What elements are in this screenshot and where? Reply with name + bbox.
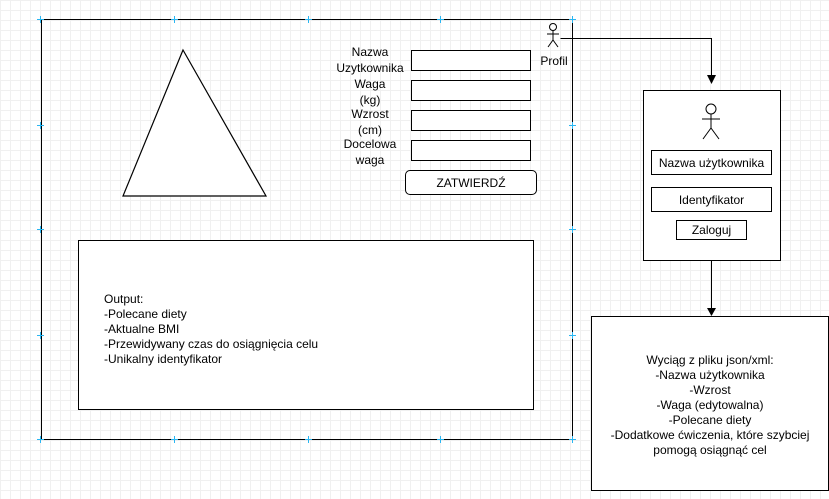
username-field[interactable]	[411, 50, 531, 71]
login-button-label: Zaloguj	[691, 223, 732, 237]
person-icon	[702, 103, 720, 140]
arrow-head-icon	[707, 75, 716, 84]
login-identifier-field[interactable]: Identyfikator	[651, 187, 772, 212]
weight-field[interactable]	[411, 80, 531, 101]
output-line: -Unikalny identyfikator	[104, 352, 223, 366]
person-icon[interactable]	[544, 22, 562, 52]
selection-handle[interactable]	[569, 332, 576, 339]
triangle-shape	[122, 48, 268, 197]
weight-label: Waga (kg)	[354, 77, 386, 107]
target-weight-label: Docelowa waga	[343, 137, 397, 167]
selection-handle[interactable]	[569, 226, 576, 233]
height-label: Wzrost (cm)	[351, 107, 389, 137]
submit-button[interactable]: ZATWIERDŹ	[405, 170, 537, 195]
login-button[interactable]: Zaloguj	[676, 220, 747, 240]
extract-line: -Waga (edytowalna)	[656, 398, 764, 412]
extract-text: Wyciąg z pliku json/xml: -Nazwa użytkown…	[591, 353, 829, 458]
selection-handle[interactable]	[569, 16, 576, 23]
output-line: -Aktualne BMI	[104, 322, 180, 336]
login-username-label: Nazwa użytkownika	[658, 155, 765, 170]
username-label: Nazwa Uzytkownika	[336, 45, 404, 75]
selection-handle[interactable]	[569, 436, 576, 443]
selection-handle[interactable]	[37, 122, 44, 129]
selection-handle[interactable]	[171, 436, 178, 443]
selection-handle[interactable]	[37, 436, 44, 443]
height-field[interactable]	[411, 110, 531, 131]
arrow-head-icon	[707, 308, 716, 316]
output-text: Output: -Polecane diety -Aktualne BMI -P…	[104, 292, 524, 367]
selection-handle[interactable]	[37, 16, 44, 23]
extract-line: -Polecane diety	[668, 413, 752, 427]
profile-label: Profil	[540, 54, 568, 68]
connector-profile-to-login	[560, 38, 712, 75]
selection-handle[interactable]	[171, 16, 178, 23]
output-line: -Przewidywany czas do osiągnięcia celu	[104, 337, 319, 351]
login-username-field[interactable]: Nazwa użytkownika	[651, 150, 772, 175]
login-identifier-label: Identyfikator	[678, 192, 745, 207]
selection-handle[interactable]	[437, 436, 444, 443]
extract-line: -Dodatkowe ćwiczenia, które szybciej	[610, 428, 810, 442]
selection-handle[interactable]	[37, 226, 44, 233]
selection-handle[interactable]	[305, 436, 312, 443]
output-line: Output:	[104, 292, 144, 306]
target-weight-field[interactable]	[411, 140, 531, 161]
extract-line: Wyciąg z pliku json/xml:	[646, 353, 774, 367]
selection-handle[interactable]	[569, 122, 576, 129]
extract-line: pomogą osiągnąć cel	[653, 443, 767, 457]
extract-line: -Wzrost	[689, 383, 731, 397]
submit-button-label: ZATWIERDŹ	[436, 175, 506, 190]
selection-handle[interactable]	[437, 16, 444, 23]
extract-line: -Nazwa użytkownika	[655, 368, 765, 382]
selection-handle[interactable]	[37, 332, 44, 339]
selection-handle[interactable]	[305, 16, 312, 23]
output-line: -Polecane diety	[104, 307, 187, 321]
